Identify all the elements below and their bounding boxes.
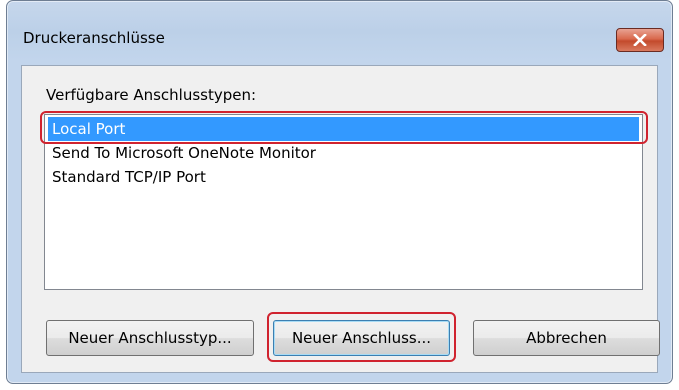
- cancel-button[interactable]: Abbrechen: [473, 320, 660, 356]
- close-button[interactable]: [616, 28, 664, 52]
- available-types-label: Verfügbare Anschlusstypen:: [46, 86, 257, 104]
- list-item-onenote-monitor[interactable]: Send To Microsoft OneNote Monitor: [48, 141, 639, 165]
- new-port-button[interactable]: Neuer Anschluss...: [273, 320, 450, 356]
- dialog-window: Druckeranschlüsse Verfügbare Anschlussty…: [6, 0, 673, 384]
- dialog-title: Druckeranschlüsse: [23, 29, 165, 47]
- list-item-local-port[interactable]: Local Port: [48, 117, 639, 141]
- list-item-standard-tcpip[interactable]: Standard TCP/IP Port: [48, 165, 639, 189]
- close-x-icon: [632, 34, 648, 46]
- new-port-type-button[interactable]: Neuer Anschlusstyp...: [46, 320, 254, 356]
- dialog-content: Verfügbare Anschlusstypen: Local Port Se…: [21, 65, 660, 373]
- port-types-list[interactable]: Local Port Send To Microsoft OneNote Mon…: [44, 114, 643, 290]
